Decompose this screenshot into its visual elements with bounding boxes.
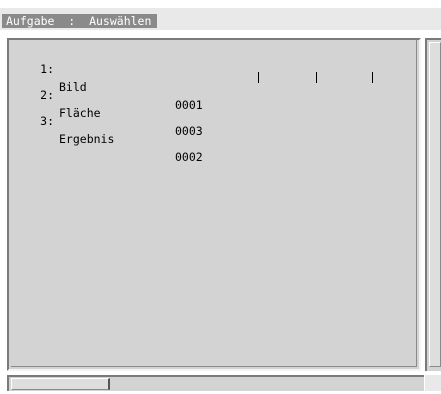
task-title: Aufgabe : Auswählen (2, 14, 158, 28)
column-marker (316, 72, 317, 83)
vertical-scroll-thumb[interactable] (429, 42, 441, 367)
app-window: Aufgabe : Auswählen 1: Bild 0001 2: Fläc… (0, 0, 441, 394)
task-list-panel: 1: Bild 0001 2: Fläche 0003 3: Ergebnis … (7, 38, 421, 371)
list-item-flaeche[interactable]: 2: Fläche 0003 (9, 68, 419, 138)
horizontal-scrollbar[interactable] (7, 375, 424, 391)
scrollbar-corner (425, 375, 441, 391)
item-code: 0002 (175, 150, 203, 164)
column-marker (258, 72, 259, 83)
column-marker (372, 72, 373, 83)
vertical-scrollbar[interactable] (425, 38, 441, 371)
title-bar: Aufgabe : Auswählen (0, 8, 441, 30)
item-label: Ergebnis (59, 132, 115, 146)
horizontal-scroll-thumb[interactable] (11, 378, 110, 390)
list-item-ergebnis[interactable]: 3: Ergebnis 0002 (9, 94, 419, 164)
item-number: 3: (40, 114, 54, 128)
item-code: 0003 (175, 124, 203, 138)
list-item-bild[interactable]: 1: Bild 0001 (9, 42, 419, 112)
